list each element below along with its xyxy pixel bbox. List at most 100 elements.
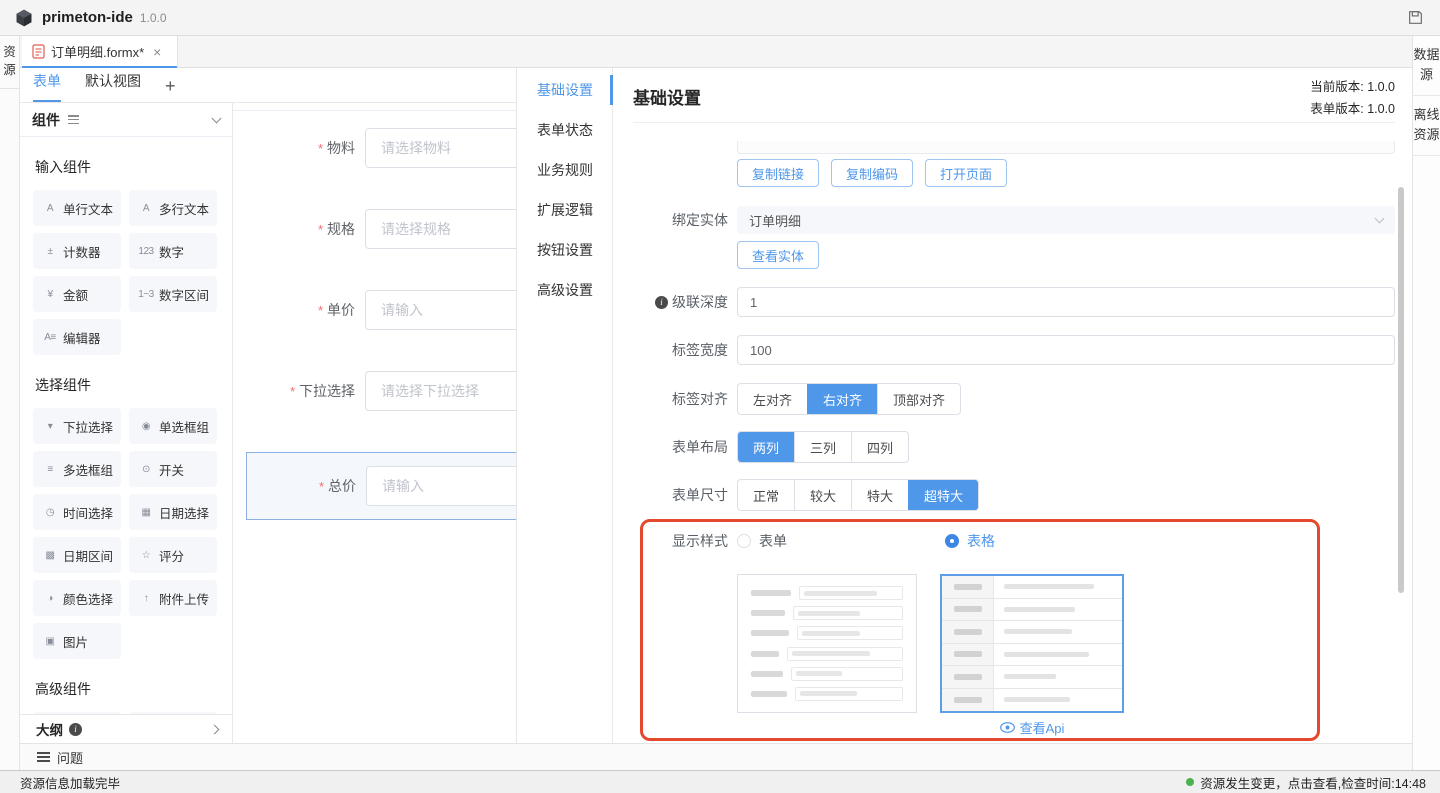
spec-input[interactable]: 请选择规格 — [365, 209, 516, 249]
settings-nav-form-state[interactable]: 表单状态 — [517, 110, 612, 150]
canvas-field-spec[interactable]: *规格 请选择规格 — [233, 209, 516, 249]
size-large-option[interactable]: 较大 — [794, 480, 851, 510]
cascade-depth-label: 级联深度 — [633, 292, 728, 312]
sidebar-tab-resources[interactable]: 资源 — [0, 36, 19, 89]
component-tile-amount[interactable]: ¥金额 — [33, 276, 121, 312]
field-label: 单价 — [327, 302, 355, 318]
size-xlarge-option[interactable]: 特大 — [851, 480, 908, 510]
add-view-button[interactable]: + — [165, 77, 176, 102]
clipped-url-input[interactable] — [737, 141, 1395, 154]
status-bar: 资源信息加载完毕 资源发生变更，点击查看,检查时间:14:48 — [0, 770, 1440, 793]
copy-link-button[interactable]: 复制链接 — [737, 159, 819, 187]
dropdown-icon: ▾ — [41, 421, 59, 432]
cascade-depth-input[interactable] — [737, 287, 1395, 317]
calendar-icon: ▦ — [137, 507, 155, 518]
table-style-preview[interactable] — [940, 574, 1124, 713]
display-style-table-radio[interactable]: 表格 — [945, 531, 995, 551]
app-version: 1.0.0 — [140, 11, 167, 25]
open-page-button[interactable]: 打开页面 — [925, 159, 1007, 187]
field-label: 规格 — [327, 221, 355, 237]
view-api-link[interactable]: 查看Api — [1000, 718, 1065, 737]
material-input[interactable]: 请选择物料 — [365, 128, 516, 168]
form-size-segmented: 正常 较大 特大 超特大 — [737, 479, 979, 511]
view-tabs: 表单 默认视图 + — [20, 68, 516, 103]
close-icon[interactable]: × — [153, 45, 161, 59]
component-tile-attachment-upload[interactable]: ↑附件上传 — [129, 580, 217, 616]
outline-panel-header[interactable]: 大纲 — [20, 714, 232, 743]
two-column-option[interactable]: 两列 — [738, 432, 794, 462]
editor-tab-title: 订单明细.formx* — [51, 42, 144, 61]
component-tile-radio-group[interactable]: ◉单选框组 — [129, 408, 217, 444]
selected-field-highlight[interactable]: * 总价 请输入 — [246, 452, 516, 520]
component-tile-number-range[interactable]: 1~3数字区间 — [129, 276, 217, 312]
tab-form[interactable]: 表单 — [33, 71, 61, 102]
settings-nav-extension-logic[interactable]: 扩展逻辑 — [517, 190, 612, 230]
star-icon: ☆ — [137, 550, 155, 561]
right-activity-bar: 数据源 离线资源 — [1412, 36, 1440, 770]
problems-panel-header[interactable]: 问题 — [20, 743, 1412, 770]
component-tile-dropdown[interactable]: ▾下拉选择 — [33, 408, 121, 444]
component-tile-rating[interactable]: ☆评分 — [129, 537, 217, 573]
component-tile-image[interactable]: ▣图片 — [33, 623, 121, 659]
info-icon — [655, 296, 668, 309]
settings-nav-basic[interactable]: 基础设置 — [517, 70, 612, 110]
label-width-input[interactable] — [737, 335, 1395, 365]
sidebar-tab-datasource[interactable]: 数据源 — [1413, 36, 1440, 96]
component-tile-checkbox-group[interactable]: ≡多选框组 — [33, 451, 121, 487]
settings-nav: 基础设置 表单状态 业务规则 扩展逻辑 按钮设置 高级设置 — [517, 68, 613, 743]
component-tile-time-picker[interactable]: ◷时间选择 — [33, 494, 121, 530]
component-tile-multi-line-text[interactable]: A多行文本 — [129, 190, 217, 226]
canvas-field-material[interactable]: *物料 请选择物料 — [233, 128, 516, 168]
settings-nav-advanced[interactable]: 高级设置 — [517, 270, 612, 310]
settings-content: 复制链接 复制编码 打开页面 绑定实体 订单明细 查看实体 — [613, 123, 1412, 743]
component-tile-date-picker[interactable]: ▦日期选择 — [129, 494, 217, 530]
component-tile-switch[interactable]: ⊙开关 — [129, 451, 217, 487]
field-label: 总价 — [328, 478, 356, 494]
resource-change-notice[interactable]: 资源发生变更，点击查看,检查时间:14:48 — [1186, 773, 1426, 792]
settings-nav-button-settings[interactable]: 按钮设置 — [517, 230, 612, 270]
editor-tab-order-detail[interactable]: 订单明细.formx* × — [22, 36, 178, 67]
view-entity-button[interactable]: 查看实体 — [737, 241, 819, 269]
required-mark: * — [318, 303, 323, 318]
required-mark: * — [319, 479, 324, 494]
form-style-preview[interactable] — [737, 574, 917, 713]
component-tile-single-line-text[interactable]: A单行文本 — [33, 190, 121, 226]
chevron-right-icon[interactable] — [210, 724, 220, 734]
canvas-field-unit-price[interactable]: * 单价 请输入 — [233, 290, 516, 330]
components-header[interactable]: 组件 — [20, 103, 232, 137]
component-tile-editor[interactable]: A≡编辑器 — [33, 319, 121, 355]
align-right-option[interactable]: 右对齐 — [807, 384, 877, 414]
size-normal-option[interactable]: 正常 — [738, 480, 794, 510]
component-tile-number[interactable]: 123数字 — [129, 233, 217, 269]
settings-scrollbar[interactable] — [1398, 187, 1404, 593]
component-tile-color-picker[interactable]: ◑颜色选择 — [33, 580, 121, 616]
total-price-input[interactable]: 请输入 — [366, 466, 516, 506]
size-xxlarge-option[interactable]: 超特大 — [908, 480, 978, 510]
label-align-segmented: 左对齐 右对齐 顶部对齐 — [737, 383, 961, 415]
align-left-option[interactable]: 左对齐 — [738, 384, 807, 414]
sidebar-tab-offline-resources[interactable]: 离线资源 — [1413, 96, 1440, 156]
section-input-components: 输入组件 — [35, 157, 220, 177]
align-top-option[interactable]: 顶部对齐 — [877, 384, 960, 414]
settings-nav-business-rules[interactable]: 业务规则 — [517, 150, 612, 190]
component-tile-date-range[interactable]: ▩日期区间 — [33, 537, 121, 573]
title-bar: primeton-ide 1.0.0 — [0, 0, 1440, 36]
dropdown-input[interactable]: 请选择下拉选择 — [365, 371, 516, 411]
image-icon: ▣ — [41, 636, 59, 647]
chevron-down-icon[interactable] — [212, 113, 222, 123]
label-align-label: 标签对齐 — [633, 389, 728, 409]
three-column-option[interactable]: 三列 — [794, 432, 851, 462]
copy-code-button[interactable]: 复制编码 — [831, 159, 913, 187]
display-style-form-radio[interactable]: 表单 — [737, 531, 945, 551]
component-tile-counter[interactable]: ±计数器 — [33, 233, 121, 269]
canvas-field-dropdown[interactable]: *下拉选择 请选择下拉选择 — [233, 371, 516, 411]
left-activity-bar: 资源 — [0, 36, 20, 770]
unit-price-input[interactable]: 请输入 — [365, 290, 516, 330]
bind-entity-select[interactable]: 订单明细 — [737, 206, 1395, 234]
canvas-field-total-price[interactable]: * 总价 请输入 — [247, 466, 516, 506]
tab-default-view[interactable]: 默认视图 — [85, 71, 141, 102]
four-column-option[interactable]: 四列 — [851, 432, 908, 462]
radio-group-icon: ◉ — [137, 421, 155, 432]
save-button[interactable] — [1404, 7, 1426, 29]
version-info: 当前版本: 1.0.0 表单版本: 1.0.0 — [1310, 76, 1395, 120]
